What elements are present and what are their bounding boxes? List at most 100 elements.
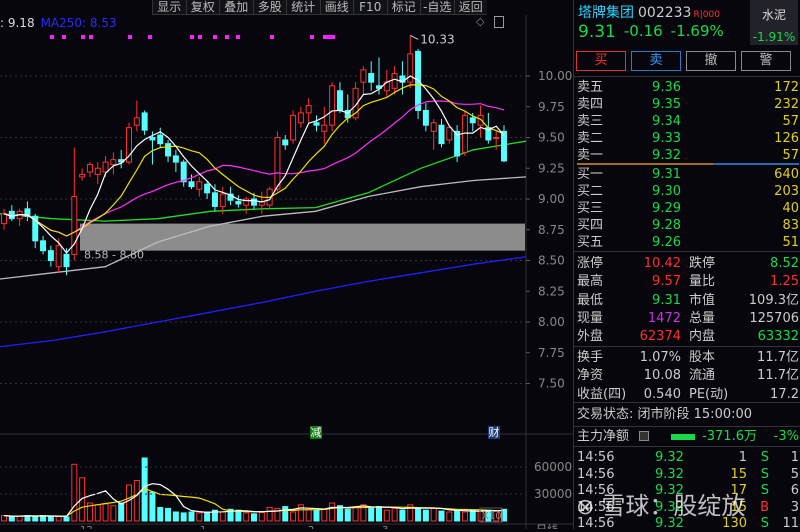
y-tick-label: 9.00 bbox=[538, 192, 565, 206]
buy-button[interactable]: 买 bbox=[576, 51, 626, 71]
toolbar-button[interactable]: -自选 bbox=[420, 0, 454, 15]
volume-bar bbox=[368, 507, 375, 522]
x-axis-label: 12 bbox=[80, 525, 93, 529]
stat-value: 8.52 bbox=[770, 256, 799, 271]
volume-bar bbox=[352, 506, 359, 522]
toolbar-button[interactable]: 叠加 bbox=[219, 0, 253, 15]
stat-row: 净资 10.08 流通 11.7亿 bbox=[577, 367, 799, 384]
tick-count: 1 bbox=[790, 450, 799, 465]
bid-row[interactable]: 买四 9.28 83 bbox=[577, 217, 799, 234]
candle-body bbox=[63, 253, 70, 268]
cancel-order-button[interactable]: 撤 bbox=[686, 51, 736, 71]
candle-body bbox=[165, 143, 172, 157]
trade-status-text: 交易状态: 闭市阶段 15:00:00 bbox=[577, 407, 753, 422]
ask-row[interactable]: 卖五 9.36 172 bbox=[577, 79, 799, 96]
main-flow-row: 主力净额 -371.6万 -3% bbox=[577, 428, 799, 445]
price-line: 9.31 -0.16 -1.69% bbox=[578, 22, 724, 42]
volume-bar bbox=[430, 507, 437, 522]
ask-row[interactable]: 卖二 9.33 126 bbox=[577, 130, 799, 147]
ask-volume: 126 bbox=[774, 131, 799, 146]
volume-bar bbox=[290, 511, 297, 522]
stock-header: 塔牌集团 002233 R|000 bbox=[578, 2, 720, 22]
signal-dot bbox=[81, 35, 85, 39]
sector-box[interactable]: 水泥 -1.91% bbox=[750, 0, 798, 45]
menu-icon[interactable] bbox=[639, 431, 649, 441]
main-flow-label: 主力净额 bbox=[577, 429, 630, 444]
stat-label: 量比 bbox=[689, 274, 716, 290]
volume-bar bbox=[251, 513, 257, 522]
xueqiu-logo-icon: ⊗ bbox=[576, 495, 602, 520]
toolbar-button[interactable]: 返回 bbox=[453, 0, 487, 15]
stat-value: 62374 bbox=[639, 329, 681, 345]
stat-row: 收益(四) 0.540 PE(动) 17.2 bbox=[577, 386, 799, 403]
bid-row[interactable]: 买三 9.29 40 bbox=[577, 200, 799, 217]
stat-label: 外盘 bbox=[577, 329, 604, 345]
candle-body bbox=[501, 130, 507, 162]
bid-price: 9.30 bbox=[652, 184, 681, 199]
toolbar-button[interactable]: 多股 bbox=[252, 0, 286, 15]
bid-volume: 640 bbox=[774, 167, 799, 182]
bid-row[interactable]: 买二 9.30 203 bbox=[577, 183, 799, 200]
toolbar-button[interactable]: 统计 bbox=[286, 0, 320, 15]
signal-dot bbox=[236, 35, 240, 39]
bid-label: 买四 bbox=[577, 218, 604, 233]
event-badge-finance[interactable]: 财 bbox=[488, 426, 500, 439]
stat-row: 涨停 10.42 跌停 8.52 bbox=[577, 255, 799, 272]
stat-row: 现量 1472 总量 125706 bbox=[577, 310, 799, 327]
stat-label: 总量 bbox=[689, 310, 716, 326]
candle-body bbox=[321, 124, 328, 132]
volume-bar bbox=[321, 508, 328, 522]
volume-bar bbox=[94, 504, 101, 522]
alert-button[interactable]: 警 bbox=[741, 51, 791, 71]
y-tick-label: 7.75 bbox=[538, 346, 565, 360]
stat-value: 9.57 bbox=[652, 274, 681, 290]
period-label: 日线 bbox=[536, 522, 558, 529]
y-tick-label: 8.00 bbox=[538, 315, 565, 329]
signal-dot bbox=[270, 35, 274, 39]
stat-row: 最高 9.57 量比 1.25 bbox=[577, 273, 799, 290]
signal-dot bbox=[62, 35, 66, 39]
volume-bar bbox=[118, 502, 125, 522]
bid-volume: 203 bbox=[774, 184, 799, 199]
toolbar-button[interactable]: 标记 bbox=[386, 0, 420, 15]
signal-dot bbox=[213, 35, 217, 39]
sell-button[interactable]: 卖 bbox=[631, 51, 681, 71]
high-marker bbox=[410, 34, 419, 40]
candle-body bbox=[188, 181, 195, 188]
volume-bar bbox=[165, 507, 172, 522]
volume-bar bbox=[219, 511, 226, 522]
kline-chart[interactable]: 10.00 9.75 9.50 9.25 9.00 8.75 8.50 8.25 8.00 7.7… bbox=[0, 15, 573, 529]
candle-body bbox=[438, 124, 445, 145]
event-badge-reduce[interactable]: 减 bbox=[310, 426, 322, 439]
volume-bar bbox=[16, 515, 23, 522]
ask-label: 卖五 bbox=[577, 80, 604, 95]
candle-body bbox=[313, 122, 320, 126]
watermark-text: 雪球：股绽放 bbox=[601, 492, 746, 520]
tick-row: 14:56 9.32 15 S 5 bbox=[577, 466, 799, 483]
price-change: -0.16 bbox=[623, 22, 663, 40]
bid-row[interactable]: 买一 9.31 640 bbox=[577, 166, 799, 183]
toolbar-button[interactable]: 显示 bbox=[152, 0, 186, 15]
tick-side: S bbox=[760, 516, 769, 531]
candle-body bbox=[55, 245, 62, 268]
ask-row[interactable]: 卖一 9.32 57 bbox=[577, 147, 799, 164]
ask-row[interactable]: 卖四 9.35 232 bbox=[577, 96, 799, 113]
volume-bar bbox=[461, 511, 468, 522]
toolbar-button[interactable]: F10 bbox=[353, 0, 387, 15]
volume-bar bbox=[266, 507, 273, 522]
volume-bar bbox=[149, 491, 156, 522]
high-label: 10.33 bbox=[420, 32, 454, 46]
volume-bar bbox=[63, 516, 70, 522]
bid-label: 买五 bbox=[577, 235, 604, 250]
stat-label: 涨停 bbox=[577, 256, 604, 271]
volume-bar bbox=[126, 484, 132, 522]
bid-volume: 51 bbox=[782, 235, 799, 250]
candle-body bbox=[141, 112, 148, 131]
stat-row: 外盘 62374 内盘 63332 bbox=[577, 328, 799, 345]
toolbar-button[interactable]: 复权 bbox=[185, 0, 219, 15]
toolbar-button[interactable]: 画线 bbox=[319, 0, 353, 15]
bid-row[interactable]: 买五 9.26 51 bbox=[577, 234, 799, 251]
ask-volume: 57 bbox=[782, 148, 799, 163]
ask-row[interactable]: 卖三 9.34 57 bbox=[577, 113, 799, 130]
candle-body bbox=[305, 105, 312, 114]
